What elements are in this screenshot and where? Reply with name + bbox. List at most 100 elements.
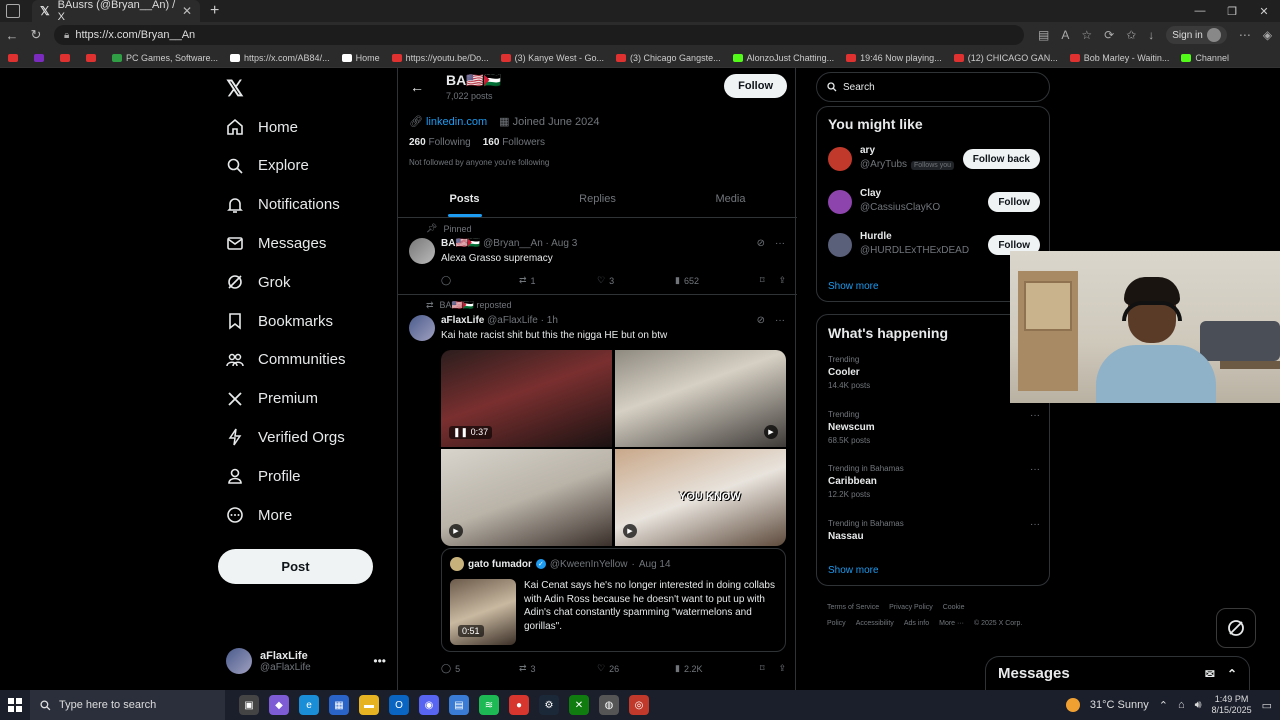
- views-button[interactable]: ▮ 2.2K: [675, 663, 755, 674]
- nav-item-explore[interactable]: Explore: [226, 151, 309, 181]
- more-icon[interactable]: ···: [775, 238, 785, 249]
- like-button[interactable]: ♡ 26: [597, 663, 675, 674]
- copilot-app-icon[interactable]: ◆: [269, 695, 289, 715]
- tweet-author-name[interactable]: aFlaxLife: [441, 315, 484, 326]
- follow-button[interactable]: Follow: [724, 74, 787, 98]
- close-window-icon[interactable]: ✕: [1248, 5, 1280, 18]
- bookmark-item[interactable]: [34, 53, 48, 62]
- bookmark-item[interactable]: [8, 53, 22, 62]
- bookmark-icon[interactable]: ⌑: [760, 275, 765, 286]
- outlook-app-icon[interactable]: O: [389, 695, 409, 715]
- close-tab-icon[interactable]: ✕: [182, 4, 192, 18]
- bookmark-item[interactable]: AlonzoJust Chatting...: [732, 53, 834, 63]
- followers-link[interactable]: 160 Followers: [483, 137, 545, 148]
- tray-chevron-icon[interactable]: ⌃: [1159, 699, 1168, 712]
- discord-app-icon[interactable]: ◉: [419, 695, 439, 715]
- messages-drawer[interactable]: Messages ✉ ⌃: [985, 656, 1250, 690]
- file-explorer-icon[interactable]: ▬: [359, 695, 379, 715]
- nav-item-home[interactable]: Home: [226, 112, 298, 142]
- account-switcher[interactable]: aFlaxLife @aFlaxLife •••: [226, 646, 386, 676]
- new-tab-icon[interactable]: +: [210, 2, 219, 20]
- store-app-icon[interactable]: ▦: [329, 695, 349, 715]
- more-icon[interactable]: •••: [373, 654, 386, 668]
- nav-item-notifications[interactable]: Notifications: [226, 190, 340, 220]
- copilot-icon[interactable]: ◈: [1263, 28, 1272, 42]
- reader-icon[interactable]: ▤: [1038, 28, 1049, 42]
- footer-link[interactable]: More ···: [939, 620, 964, 627]
- settings-more-icon[interactable]: ⋯: [1239, 28, 1251, 42]
- suggestion-item[interactable]: Clay @CassiusClayKO Follow: [828, 188, 1040, 218]
- weather-sun-icon[interactable]: [1065, 698, 1080, 712]
- more-icon[interactable]: ···: [1030, 410, 1040, 421]
- app-icon[interactable]: ◍: [599, 695, 619, 715]
- clock[interactable]: 1:49 PM 8/15/2025: [1212, 694, 1252, 716]
- repost-button[interactable]: ⇄ 1: [519, 275, 597, 286]
- refresh-icon[interactable]: ↻: [24, 27, 48, 43]
- bookmark-item[interactable]: https://x.com/AB84/...: [230, 53, 330, 63]
- post-button[interactable]: Post: [218, 549, 373, 584]
- share-icon[interactable]: ⇪: [778, 275, 786, 286]
- weather-text[interactable]: 31°C Sunny: [1090, 699, 1149, 711]
- tab-replies[interactable]: Replies: [531, 183, 664, 217]
- task-view-icon[interactable]: ▣: [239, 695, 259, 715]
- app-icon[interactable]: ◎: [629, 695, 649, 715]
- windows-start-icon[interactable]: [0, 698, 30, 712]
- pinned-tweet[interactable]: 📌︎ Pinned BA🇺🇸🇵🇸 @Bryan__An · Aug 3 ⊘ ··…: [398, 218, 797, 295]
- read-aloud-icon[interactable]: A: [1061, 28, 1069, 42]
- download-icon[interactable]: ↓: [1148, 28, 1154, 42]
- footer-link[interactable]: Terms of Service: [827, 604, 879, 611]
- video-thumbnail[interactable]: ▶: [441, 449, 612, 546]
- avatar[interactable]: [409, 315, 435, 341]
- maximize-icon[interactable]: ❐: [1216, 5, 1248, 18]
- bookmark-item[interactable]: [86, 53, 100, 62]
- steam-app-icon[interactable]: ⚙: [539, 695, 559, 715]
- bookmark-icon[interactable]: ⌑: [760, 663, 765, 674]
- tweet-author-name[interactable]: BA🇺🇸🇵🇸: [441, 238, 480, 249]
- editor-app-icon[interactable]: ▤: [449, 695, 469, 715]
- reposted-tweet[interactable]: ⇄ BA🇺🇸🇵🇸 reposted aFlaxLife @aFlaxLife ·…: [398, 295, 797, 690]
- bookmark-item[interactable]: [60, 53, 74, 62]
- nav-item-verified-orgs[interactable]: Verified Orgs: [226, 422, 345, 452]
- back-arrow-icon[interactable]: ←: [410, 79, 424, 95]
- nav-item-bookmarks[interactable]: Bookmarks: [226, 306, 333, 336]
- signin-button[interactable]: Sign in: [1166, 26, 1227, 44]
- favorites-icon[interactable]: ✩: [1126, 28, 1136, 42]
- edge-app-icon[interactable]: e: [299, 695, 319, 715]
- grok-icon[interactable]: ⊘: [757, 238, 765, 249]
- minimize-icon[interactable]: —: [1184, 5, 1216, 18]
- quote-video-thumbnail[interactable]: 0:51: [450, 579, 516, 645]
- taskbar-search-input[interactable]: Type here to search: [30, 690, 225, 720]
- network-icon[interactable]: ⌂: [1178, 699, 1185, 711]
- volume-icon[interactable]: 🔊︎: [1195, 699, 1202, 712]
- following-link[interactable]: 260 Following: [409, 137, 471, 148]
- url-field[interactable]: 🔒︎ https://x.com/Bryan__An: [54, 25, 1024, 45]
- nav-item-profile[interactable]: Profile: [226, 461, 301, 491]
- grok-icon[interactable]: ⊘: [757, 315, 765, 326]
- trend-item[interactable]: Trending Newscum 68.5K posts ···: [828, 410, 1040, 454]
- repost-button[interactable]: ⇄ 3: [519, 663, 597, 674]
- suggestion-item[interactable]: Hurdle @HURDLExTHExDEAD Follow: [828, 231, 1040, 261]
- tab-posts[interactable]: Posts: [398, 183, 531, 217]
- views-button[interactable]: ▮ 652: [675, 275, 755, 286]
- play-icon[interactable]: ▶: [449, 524, 463, 538]
- extensions-icon[interactable]: ⟳: [1104, 28, 1114, 42]
- bookmark-item[interactable]: 19:46 Now playing...: [846, 53, 942, 63]
- bookmark-item[interactable]: (12) CHICAGO GAN...: [953, 53, 1058, 63]
- bookmark-item[interactable]: https://youtu.be/Do...: [391, 53, 489, 63]
- bookmark-item[interactable]: (3) Kanye West - Go...: [500, 53, 604, 63]
- footer-link[interactable]: Accessibility: [856, 620, 894, 627]
- more-icon[interactable]: ···: [1030, 464, 1040, 475]
- nav-item-grok[interactable]: Grok: [226, 267, 291, 297]
- more-icon[interactable]: ···: [775, 315, 785, 326]
- grok-floating-button[interactable]: [1216, 608, 1256, 648]
- suggestion-item[interactable]: ary @AryTubs Follows you Follow back: [828, 145, 1040, 175]
- favorite-star-icon[interactable]: ☆: [1081, 28, 1092, 42]
- tweet-date[interactable]: Aug 3: [551, 238, 577, 249]
- profile-link[interactable]: linkedin.com: [426, 116, 487, 128]
- bookmark-item[interactable]: Bob Marley - Waitin...: [1069, 53, 1169, 63]
- expand-icon[interactable]: ⌃: [1227, 667, 1237, 681]
- suggestion-follow-button[interactable]: Follow: [988, 192, 1040, 212]
- trend-item[interactable]: Trending in Bahamas Nassau ···: [828, 519, 1040, 563]
- nav-item-more[interactable]: More: [226, 500, 292, 530]
- back-icon[interactable]: ←: [0, 28, 24, 43]
